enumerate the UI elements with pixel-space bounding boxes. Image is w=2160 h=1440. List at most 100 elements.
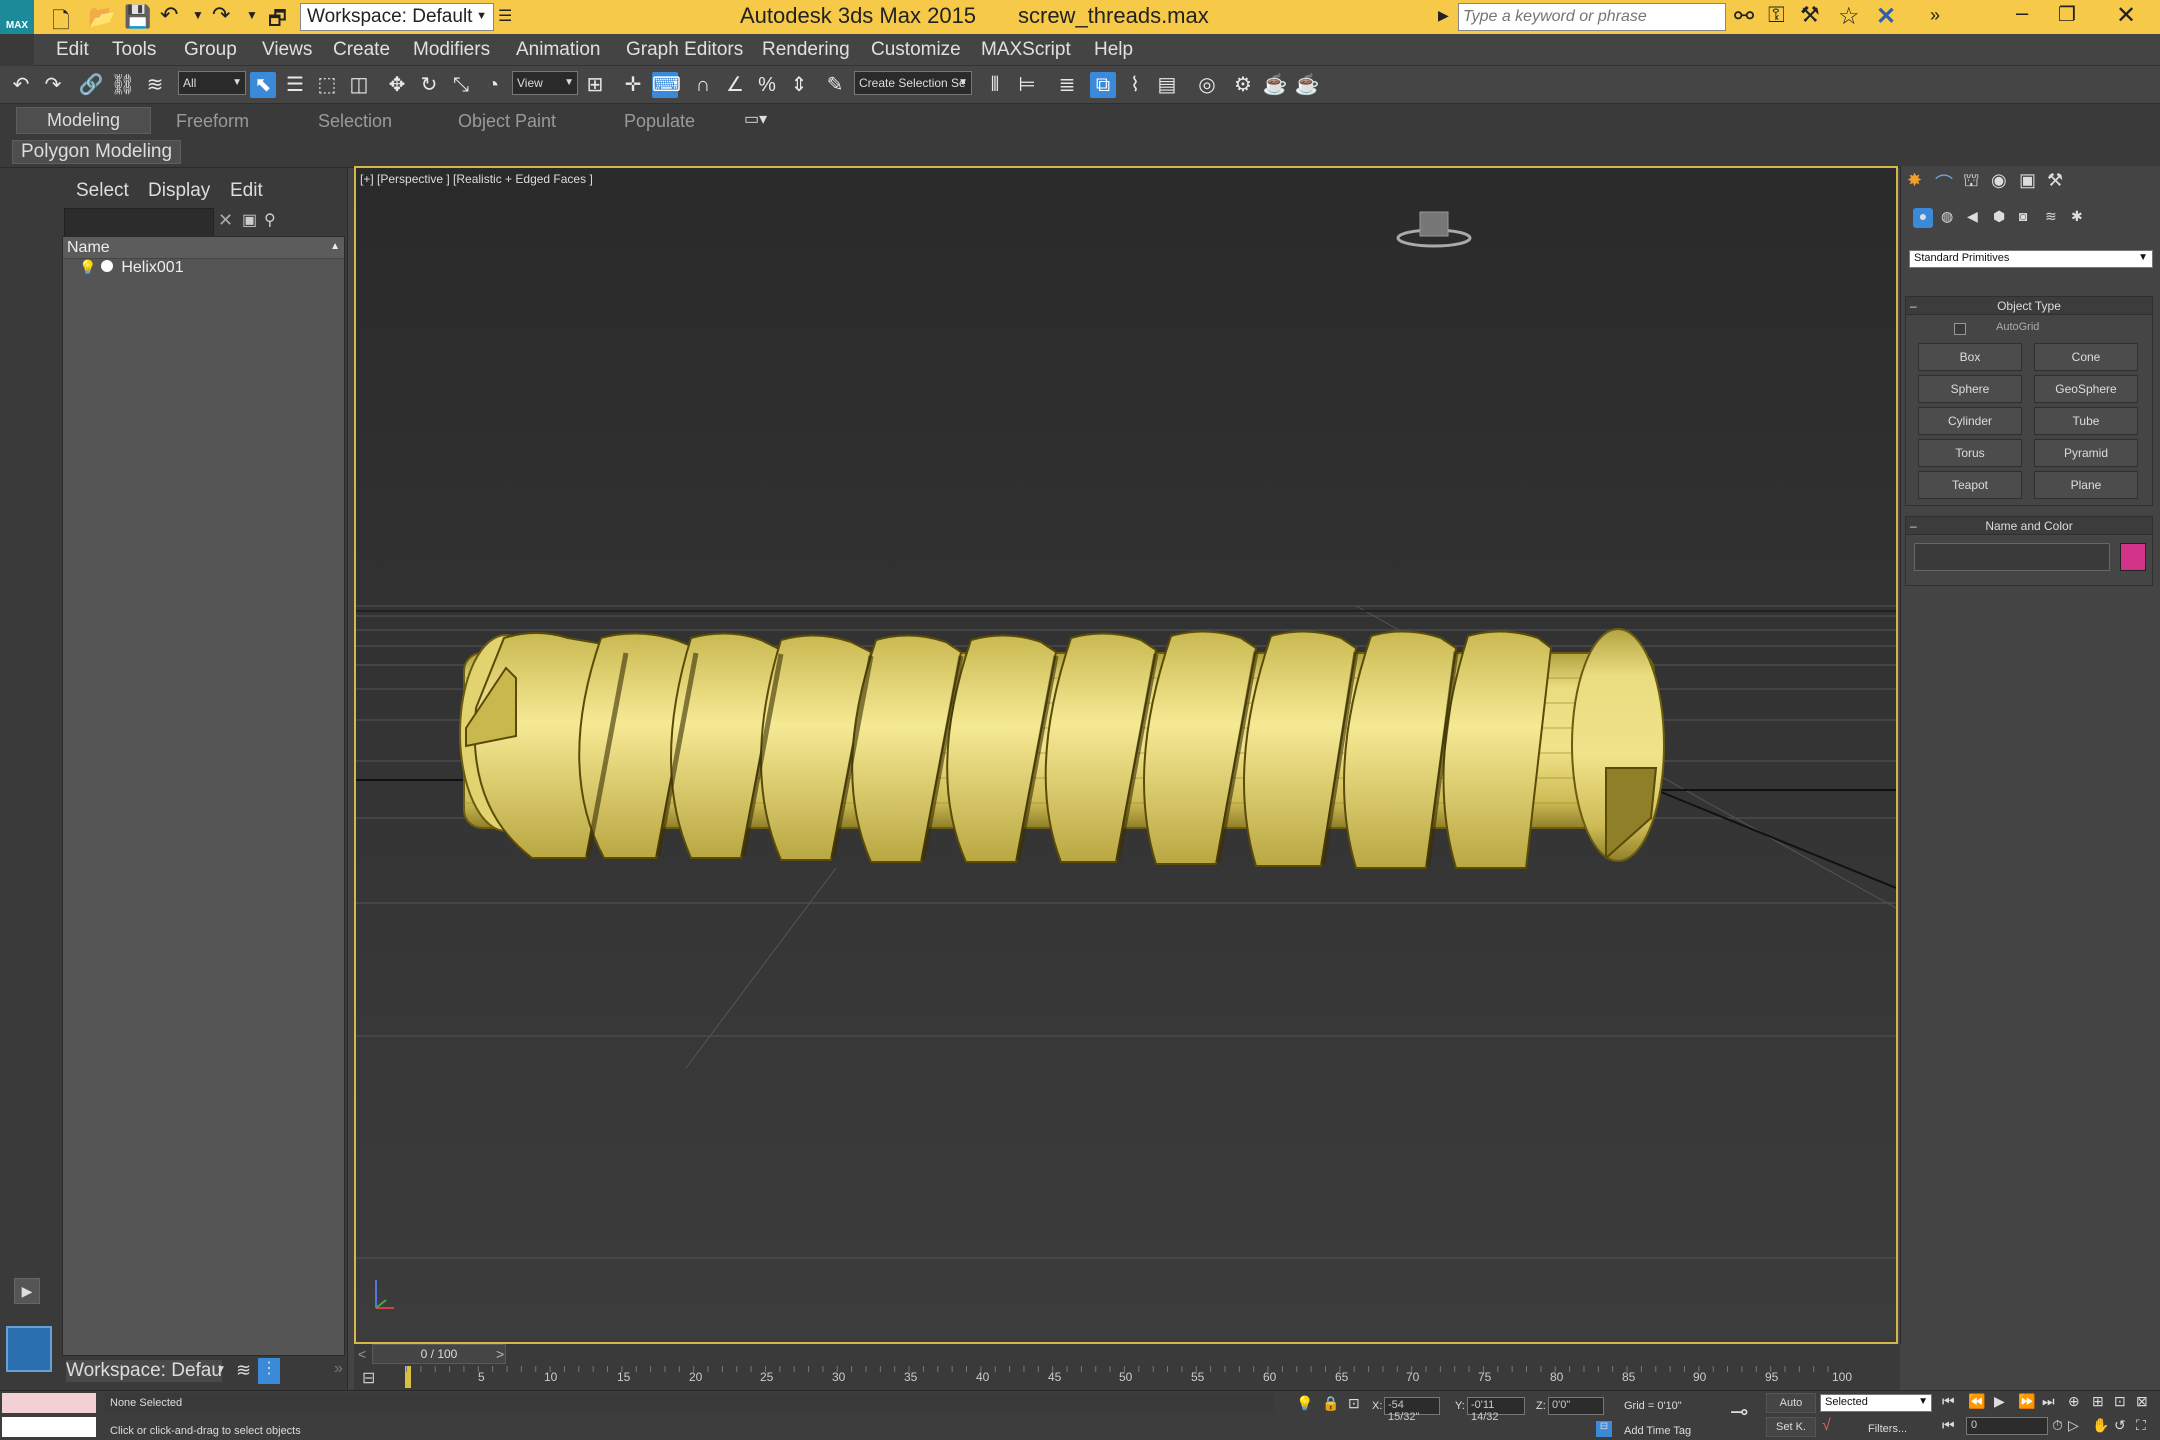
selection-filter-dropdown[interactable]: All ▼ (178, 71, 246, 95)
curve-editor-icon[interactable]: ⌇ (1122, 72, 1148, 98)
go-to-start-icon[interactable]: ⏮ (1942, 1393, 1955, 1410)
rectangular-selection-icon[interactable]: ⬚ (314, 72, 340, 98)
snaps-toggle-icon[interactable]: ∩ (690, 72, 716, 98)
scene-tab-display[interactable]: Display (148, 180, 210, 202)
help-expand-icon[interactable]: » (1930, 5, 1940, 26)
select-manipulate-icon[interactable]: ✛ (620, 72, 646, 98)
app-logo-icon[interactable]: MAX (0, 0, 34, 34)
align-icon[interactable]: ⊨ (1014, 72, 1040, 98)
select-by-name-icon[interactable]: ☰ (282, 72, 308, 98)
systems-icon[interactable]: ✱ (2071, 208, 2083, 225)
set-key-mode-icon[interactable]: ⊸ (1730, 1399, 1748, 1425)
maxscript-listener-white[interactable] (2, 1417, 96, 1437)
favorites-star-icon[interactable]: ☆ (1838, 2, 1860, 31)
minimize-icon[interactable]: – (2016, 0, 2028, 26)
render-production-icon[interactable]: ☕ (1294, 72, 1320, 98)
filter-icon[interactable]: ⚲ (264, 210, 276, 230)
menu-help[interactable]: Help (1094, 39, 1133, 61)
menu-graph-editors[interactable]: Graph Editors (626, 39, 743, 61)
spinner-snap-icon[interactable]: ⇕ (786, 72, 812, 98)
object-color-swatch[interactable] (2120, 543, 2146, 571)
unlink-icon[interactable]: ⛓ (110, 72, 136, 98)
keyboard-shortcut-override-icon[interactable]: ⌨ (652, 72, 681, 98)
name-column-header[interactable]: Name ▲ (63, 237, 344, 259)
pan-icon[interactable]: ✋ (2092, 1417, 2109, 1434)
ribbon-options-icon[interactable]: ▭▾ (744, 109, 767, 129)
maximize-viewport-icon[interactable]: ⛶ (2136, 1417, 2146, 1434)
selection-lock-icon[interactable]: 🔒 (1322, 1395, 1339, 1412)
bind-space-warp-icon[interactable]: ≋ (142, 72, 168, 98)
app-menu-strip[interactable] (0, 34, 34, 66)
tab-modeling[interactable]: Modeling (16, 107, 152, 134)
undo-icon[interactable]: ↶ (8, 72, 34, 98)
undo-icon[interactable]: ↶ (160, 2, 178, 28)
lights-icon[interactable]: ◀ (1967, 208, 1978, 225)
move-icon[interactable]: ✥ (384, 72, 410, 98)
tab-object-paint[interactable]: Object Paint (458, 111, 556, 132)
key-icon[interactable]: ⚿ (1768, 2, 1785, 28)
search-input[interactable] (1458, 3, 1726, 31)
cylinder-button[interactable]: Cylinder (1918, 407, 2022, 435)
save-file-icon[interactable]: 💾 (124, 4, 151, 30)
find-icon[interactable]: ▣ (242, 210, 257, 230)
collapse-icon[interactable]: » (334, 1360, 343, 1378)
menu-group[interactable]: Group (184, 39, 237, 61)
play-icon[interactable]: ▶ (1994, 1393, 2005, 1410)
geosphere-button[interactable]: GeoSphere (2034, 375, 2138, 403)
create-tab-icon[interactable]: ✸ (1907, 170, 1922, 191)
reference-coordinate-dropdown[interactable]: View ▼ (512, 71, 578, 95)
pyramid-button[interactable]: Pyramid (2034, 439, 2138, 467)
redo-icon[interactable]: ↷ (212, 2, 230, 28)
angle-snap-icon[interactable]: ∠ (722, 72, 748, 98)
material-editor-icon[interactable]: ◎ (1194, 72, 1220, 98)
place-icon[interactable]: ◔ (480, 72, 506, 98)
redo-icon[interactable]: ↷ (40, 72, 66, 98)
torus-button[interactable]: Torus (1918, 439, 2022, 467)
modify-tab-icon[interactable]: ⌒ (1935, 170, 1953, 196)
edit-named-selection-icon[interactable]: ✎ (822, 72, 848, 98)
filters-button[interactable]: Filters... (1868, 1423, 1907, 1435)
menu-rendering[interactable]: Rendering (762, 39, 850, 61)
box-button[interactable]: Box (1918, 343, 2022, 371)
object-name-field[interactable] (1914, 543, 2110, 571)
select-object-icon[interactable]: ⬉ (250, 72, 276, 98)
clear-search-icon[interactable]: ✕ (218, 210, 233, 231)
window-crossing-icon[interactable]: ◫ (346, 72, 372, 98)
light-bulb-icon[interactable]: 💡 (79, 259, 96, 275)
autogrid-checkbox[interactable] (1954, 323, 1966, 335)
zoom-icon[interactable]: ⊕ (2068, 1393, 2080, 1410)
utilities-tab-icon[interactable]: ⚒ (2047, 170, 2063, 191)
chevron-down-icon[interactable]: ▼ (216, 1364, 226, 1375)
quick-access-menu-icon[interactable]: ☰ (498, 6, 512, 26)
menu-animation[interactable]: Animation (516, 39, 601, 61)
name-and-color-header[interactable]: – Name and Color (1906, 517, 2152, 535)
redo-dropdown-icon[interactable]: ▼ (246, 8, 258, 22)
teapot-button[interactable]: Teapot (1918, 471, 2022, 499)
menu-modifiers[interactable]: Modifiers (413, 39, 490, 61)
maxscript-listener-pink[interactable] (2, 1393, 96, 1413)
scene-tab-edit[interactable]: Edit (230, 180, 263, 202)
add-time-tag-text[interactable]: Add Time Tag (1624, 1425, 1691, 1437)
tube-button[interactable]: Tube (2034, 407, 2138, 435)
display-tab-icon[interactable]: ▣ (2019, 170, 2036, 191)
time-slider-prev-icon[interactable]: < (358, 1346, 366, 1362)
zoom-extents-all-icon[interactable]: ⊠ (2136, 1393, 2148, 1410)
absolute-mode-icon[interactable]: ⊡ (1348, 1395, 1360, 1412)
expand-arrow-icon[interactable]: ▶ (14, 1278, 40, 1304)
menu-create[interactable]: Create (333, 39, 390, 61)
go-to-end-icon[interactable]: ⏭ (2042, 1393, 2055, 1410)
space-warps-icon[interactable]: ≋ (2045, 208, 2057, 225)
field-of-view-icon[interactable]: ▷ (2068, 1417, 2079, 1434)
menu-tools[interactable]: Tools (112, 39, 156, 61)
polygon-modeling-panel[interactable]: Polygon Modeling (12, 140, 182, 164)
link-icon[interactable]: 🔗 (78, 72, 104, 98)
orbit-icon[interactable]: ↺ (2114, 1417, 2126, 1434)
workspace-dropdown[interactable]: Workspace: Default ▼ (300, 3, 494, 31)
viewport-layout-icon[interactable] (6, 1326, 52, 1372)
named-selection-dropdown[interactable]: Create Selection Se ▼ (854, 71, 972, 95)
x-coord-field[interactable]: -54 15/32" (1384, 1397, 1440, 1423)
mirror-icon[interactable]: ⫴ (982, 72, 1008, 98)
layer-explorer-icon[interactable]: ≣ (1054, 72, 1080, 98)
time-configuration-icon[interactable]: ⏱ (2052, 1417, 2063, 1434)
rendered-frame-window-icon[interactable]: ☕ (1262, 72, 1288, 98)
